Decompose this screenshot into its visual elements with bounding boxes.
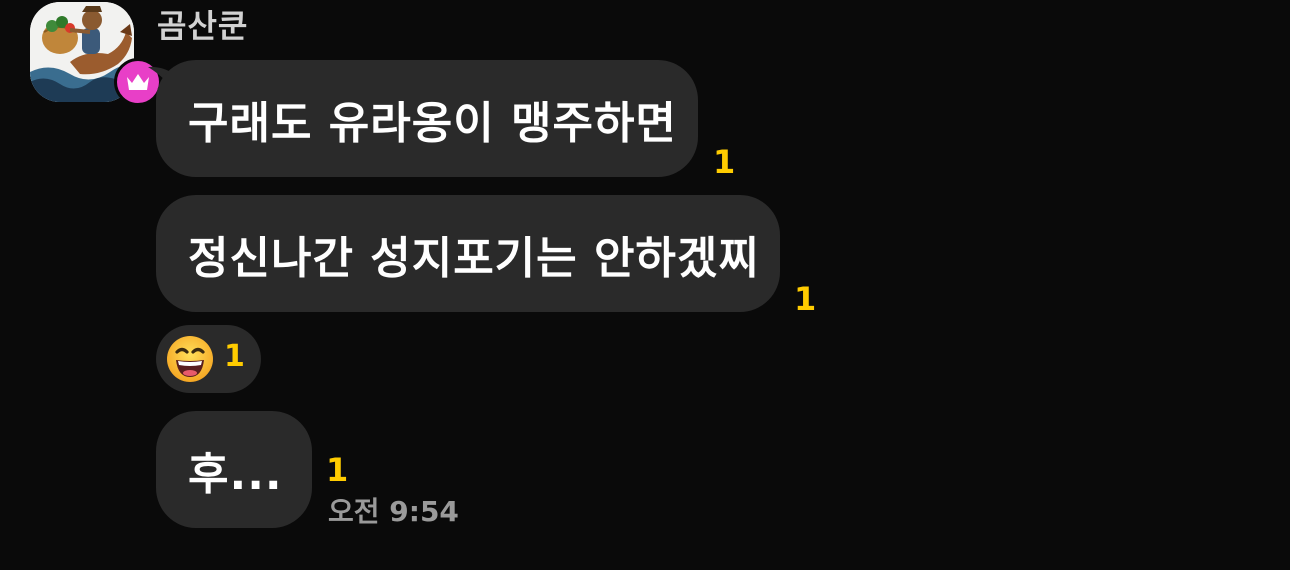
- message-bubble[interactable]: 후...: [156, 411, 312, 528]
- unread-count: 1: [713, 143, 736, 181]
- avatar[interactable]: [30, 2, 162, 106]
- grinning-squinting-face-icon: [167, 336, 213, 382]
- message-bubble[interactable]: 정신나간 성지포기는 안하겠찌: [156, 195, 780, 312]
- message-bubble[interactable]: 구래도 유라옹이 맹주하면: [156, 60, 698, 177]
- message-text: 구래도 유라옹이 맹주하면: [188, 97, 677, 149]
- message-timestamp: 오전 9:54: [328, 495, 459, 528]
- unread-count: 1: [326, 451, 349, 489]
- message-text: 후...: [188, 448, 283, 500]
- reaction-count: 1: [224, 339, 245, 374]
- sender-name[interactable]: 곰산쿤: [157, 4, 248, 48]
- unread-count: 1: [794, 280, 817, 318]
- reaction-chip[interactable]: 1: [156, 325, 261, 393]
- message-text: 정신나간 성지포기는 안하겠찌: [188, 232, 760, 284]
